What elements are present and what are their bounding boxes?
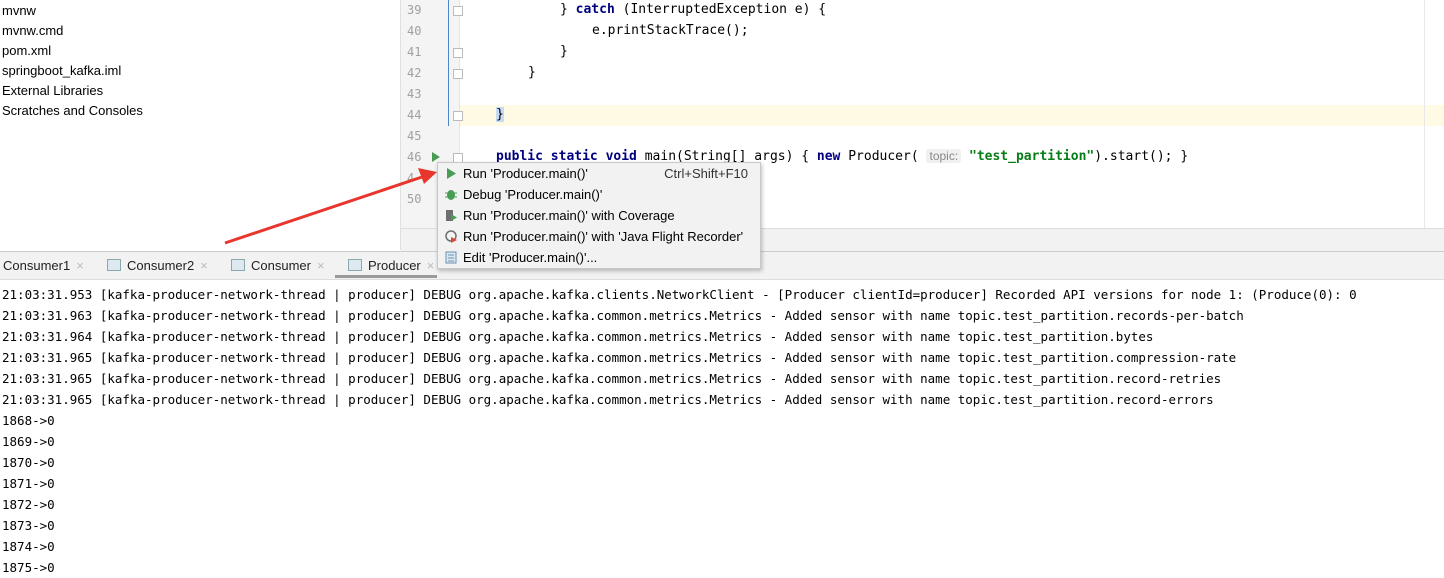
annotation-arrow: [224, 168, 437, 245]
